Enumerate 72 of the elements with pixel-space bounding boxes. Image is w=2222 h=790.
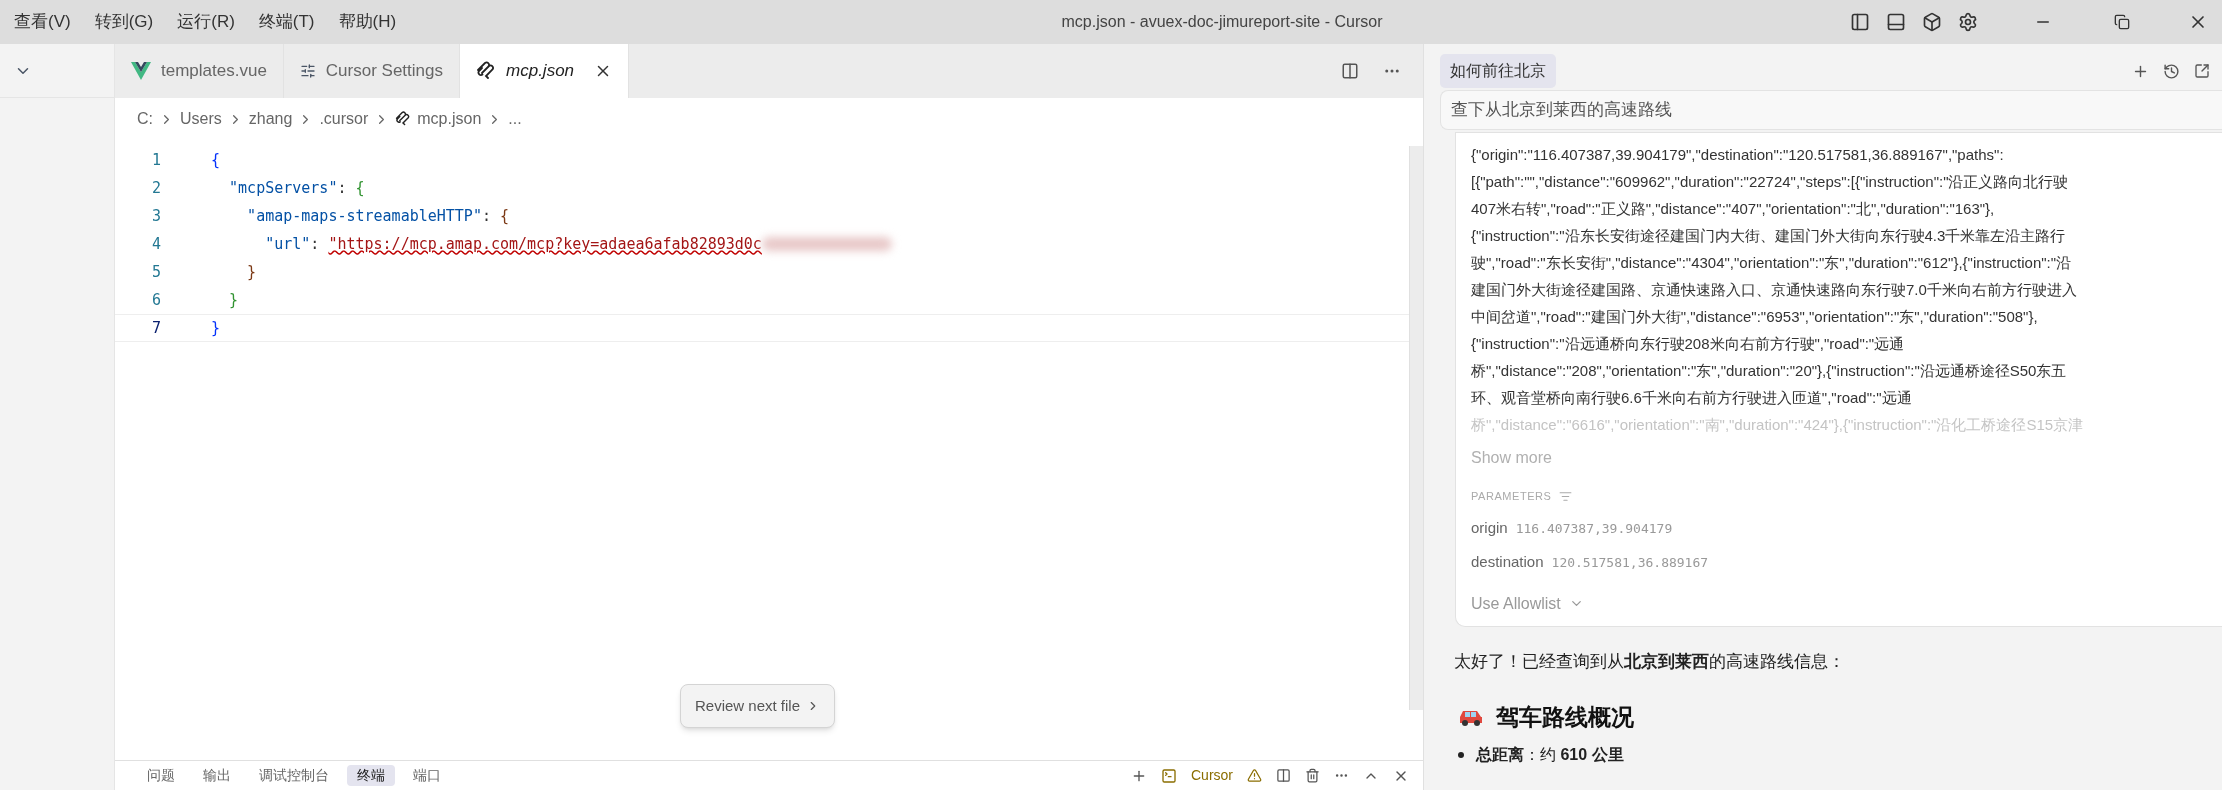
line-number: 4: [150, 233, 161, 255]
parameter-name: destination: [1471, 552, 1544, 572]
tool-result-line: 桥","distance":"208","orientation":"东","duration":"20"},{"instruction":"沿远通桥途径S50东五: [1471, 361, 2068, 381]
terminal-name[interactable]: Cursor: [1191, 765, 1233, 786]
code-line: }: [211, 317, 221, 339]
tool-result-line: 驶","road":"东长安街","distance":"4304","orientation":"东","duration":"612"},{"instruction":"沿: [1471, 253, 2073, 273]
panel-tab[interactable]: 终端: [347, 765, 395, 786]
sliders-icon: [299, 63, 316, 79]
reply-text: 太好了！已经查询到从北京到莱西的高速路线信息：: [1454, 650, 1846, 673]
panel-tab[interactable]: 输出: [193, 765, 241, 786]
panel-tab[interactable]: 端口: [403, 765, 451, 786]
code-line: }: [228, 289, 239, 311]
history-icon[interactable]: [2163, 62, 2180, 80]
code-line: }: [246, 261, 257, 283]
menu-item[interactable]: 运行(R): [177, 9, 235, 35]
line-number: 1: [150, 149, 161, 171]
breadcrumb-item[interactable]: mcp.json: [417, 107, 482, 131]
line-number: 6: [150, 289, 161, 311]
parameter-value: 116.407387,39.904179: [1515, 519, 1673, 538]
tool-result-line: {"origin":"116.407387,39.904179","destination":"120.517581,36.889167","paths":: [1471, 145, 2005, 165]
tool-result-line: 环、观音堂桥向南行驶6.6千米向右前方行驶进入匝道","road":"远通: [1471, 388, 1913, 408]
parameter-value: 120.517581,36.889167: [1551, 554, 1709, 572]
breadcrumb-item[interactable]: C:: [137, 107, 153, 131]
scrollbar[interactable]: [1409, 146, 1423, 710]
menu-item[interactable]: 终端(T): [258, 9, 315, 35]
tool-result-line: 中间岔道","road":"建国门外大街","distance":"6953","orientation":"东","duration":"508"},: [1471, 307, 2039, 327]
panel-toggle-icon[interactable]: [1886, 12, 1906, 32]
line-number: 7: [150, 317, 161, 339]
line-number: 5: [150, 261, 161, 283]
panel-tab[interactable]: 调试控制台: [249, 765, 339, 786]
split-terminal-icon[interactable]: [1276, 768, 1291, 783]
split-editor-icon[interactable]: [1341, 62, 1359, 80]
bullet-icon: [1458, 751, 1464, 758]
tool-result-line: 建国门外大街途径建国路、京通快速路入口、京通快速路向东行驶7.0千米向右前方行驶进入: [1471, 280, 2078, 300]
breadcrumb-item[interactable]: .cursor: [319, 107, 369, 131]
sidebar-toggle-icon[interactable]: [1850, 12, 1870, 32]
warning-icon: [1247, 768, 1262, 783]
menu-item[interactable]: 转到(G): [94, 9, 154, 35]
code-line: {: [211, 149, 221, 171]
bullet-text: 总距离：约 610 公里: [1476, 744, 1624, 765]
mcp-icon: [476, 61, 496, 81]
settings-icon[interactable]: [1958, 12, 1978, 32]
terminal-icon[interactable]: [1161, 767, 1177, 784]
menu-item[interactable]: 帮助(H): [338, 9, 397, 35]
chat-title-tab[interactable]: 如何前往北京: [1440, 54, 1556, 88]
code-line: "url": "https://mcp.amap.com/mcp?key=adaea6afab82893d0c: [211, 232, 892, 256]
breadcrumb-item[interactable]: Users: [180, 107, 222, 131]
parameters-label: PARAMETERS: [1471, 489, 1552, 504]
tool-result-line: {"instruction":"沿远通桥向东行驶208米向右前方行驶","road":"远通: [1471, 334, 1906, 354]
line-number: 3: [150, 205, 161, 227]
review-next-file-button[interactable]: Review next file: [680, 684, 836, 728]
trash-icon[interactable]: [1305, 768, 1320, 783]
parameter-name: origin: [1471, 517, 1508, 538]
restore-icon[interactable]: [2114, 14, 2130, 30]
tool-result-line: 407米右转","road":"正义路","distance":"407","orientation":"北","duration":"163"},: [1471, 199, 1996, 219]
vue-icon: [131, 62, 151, 80]
mcp-icon: [395, 111, 412, 127]
open-external-icon[interactable]: [2194, 63, 2210, 79]
window-title: mcp.json - avuex-doc-jimureport-site - Cursor: [1061, 12, 1383, 32]
code-line: "amap-maps-streamableHTTP": {: [246, 205, 510, 227]
breadcrumb-item[interactable]: ...: [508, 107, 522, 131]
editor-tab[interactable]: mcp.json: [460, 44, 630, 98]
cube-icon[interactable]: [1922, 12, 1942, 32]
line-number: 2: [150, 177, 161, 199]
panel-tab[interactable]: 问题: [137, 765, 185, 786]
section-heading: 驾车路线概况: [1496, 703, 1634, 732]
tool-result-line: {"instruction":"沿东长安街途径建国门内大街、建国门外大街向东行驶4.3千米靠左沿主路行: [1471, 226, 2067, 246]
query-field[interactable]: 查下从北京到莱西的高速路线: [1440, 90, 2222, 130]
breadcrumb-item[interactable]: zhang: [248, 107, 293, 131]
tool-result-line: [{"path":"","distance":"609962","duration":"22724","steps":[{"instruction":"沿正义路向北行驶: [1471, 172, 2070, 192]
code-line: "mcpServers": {: [228, 177, 365, 199]
menu-item[interactable]: 查看(V): [14, 9, 71, 35]
